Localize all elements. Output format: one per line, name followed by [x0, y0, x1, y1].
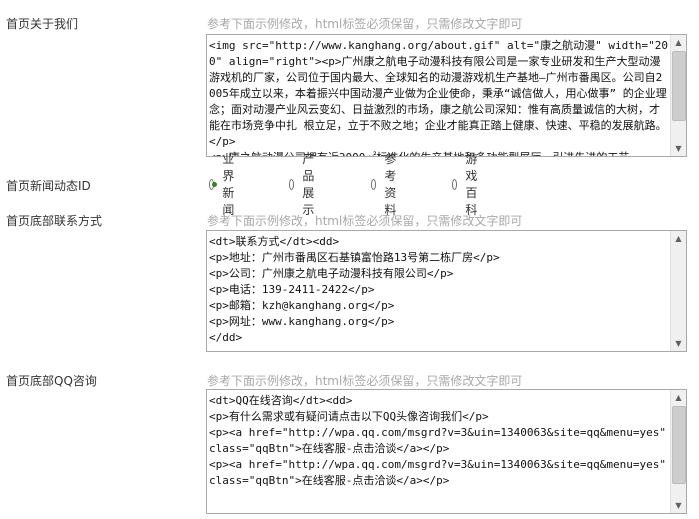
- news-label: 首页新闻动态ID: [6, 179, 91, 193]
- scroll-down-arrow-icon[interactable]: ▼: [671, 498, 686, 513]
- qq-scrollbar[interactable]: ▲ ▼: [670, 390, 686, 513]
- radio-option-label: 产品展示: [302, 152, 315, 217]
- radio-option-industry-news[interactable]: 业界新闻: [209, 152, 240, 217]
- qq-textarea-content[interactable]: <dt>QQ在线咨询</dt><dd> <p>有什么需求或有疑问请点击以下QQ头…: [207, 390, 670, 513]
- about-hint: 参考下面示例修改，html标签必须保留，只需修改文字即可: [207, 17, 523, 31]
- qq-hint: 参考下面示例修改，html标签必须保留，只需修改文字即可: [207, 374, 523, 388]
- contact-hint: 参考下面示例修改，html标签必须保留，只需修改文字即可: [207, 214, 523, 228]
- contact-scrollbar[interactable]: ▲ ▼: [670, 231, 686, 351]
- contact-label: 首页底部联系方式: [6, 214, 103, 228]
- radio-option-reference[interactable]: 参考资料: [371, 152, 402, 217]
- radio-unselected-icon[interactable]: [289, 178, 295, 190]
- about-scroll-thumb[interactable]: [672, 51, 686, 121]
- radio-option-label: 参考资料: [384, 152, 397, 217]
- scroll-up-arrow-icon[interactable]: ▲: [671, 35, 686, 50]
- about-textarea-content[interactable]: <img src="http://www.kanghang.org/about.…: [207, 35, 670, 156]
- scroll-up-arrow-icon[interactable]: ▲: [671, 231, 686, 246]
- qq-label: 首页底部QQ咨询: [6, 374, 97, 388]
- radio-option-product-showcase[interactable]: 产品展示: [289, 152, 320, 217]
- radio-selected-icon[interactable]: [209, 178, 218, 190]
- radio-unselected-icon[interactable]: [371, 178, 377, 190]
- contact-textarea[interactable]: <dt>联系方式</dt><dd> <p>地址：广州市番禺区石基镇富怡路13号第…: [206, 230, 687, 352]
- contact-textarea-content[interactable]: <dt>联系方式</dt><dd> <p>地址：广州市番禺区石基镇富怡路13号第…: [207, 231, 670, 351]
- radio-option-label: 游戏百科: [465, 152, 478, 217]
- radio-unselected-icon[interactable]: [452, 178, 458, 190]
- about-label: 首页关于我们: [6, 17, 79, 31]
- qq-scroll-thumb[interactable]: [672, 406, 686, 484]
- qq-textarea[interactable]: <dt>QQ在线咨询</dt><dd> <p>有什么需求或有疑问请点击以下QQ头…: [206, 389, 687, 514]
- scroll-down-arrow-icon[interactable]: ▼: [671, 336, 686, 351]
- scroll-up-arrow-icon[interactable]: ▲: [671, 390, 686, 405]
- about-scrollbar[interactable]: ▲ ▼: [670, 35, 686, 156]
- radio-option-label: 业界新闻: [222, 152, 235, 217]
- radio-option-game-wiki[interactable]: 游戏百科: [452, 152, 483, 217]
- scroll-down-arrow-icon[interactable]: ▼: [671, 141, 686, 156]
- about-textarea[interactable]: <img src="http://www.kanghang.org/about.…: [206, 34, 687, 157]
